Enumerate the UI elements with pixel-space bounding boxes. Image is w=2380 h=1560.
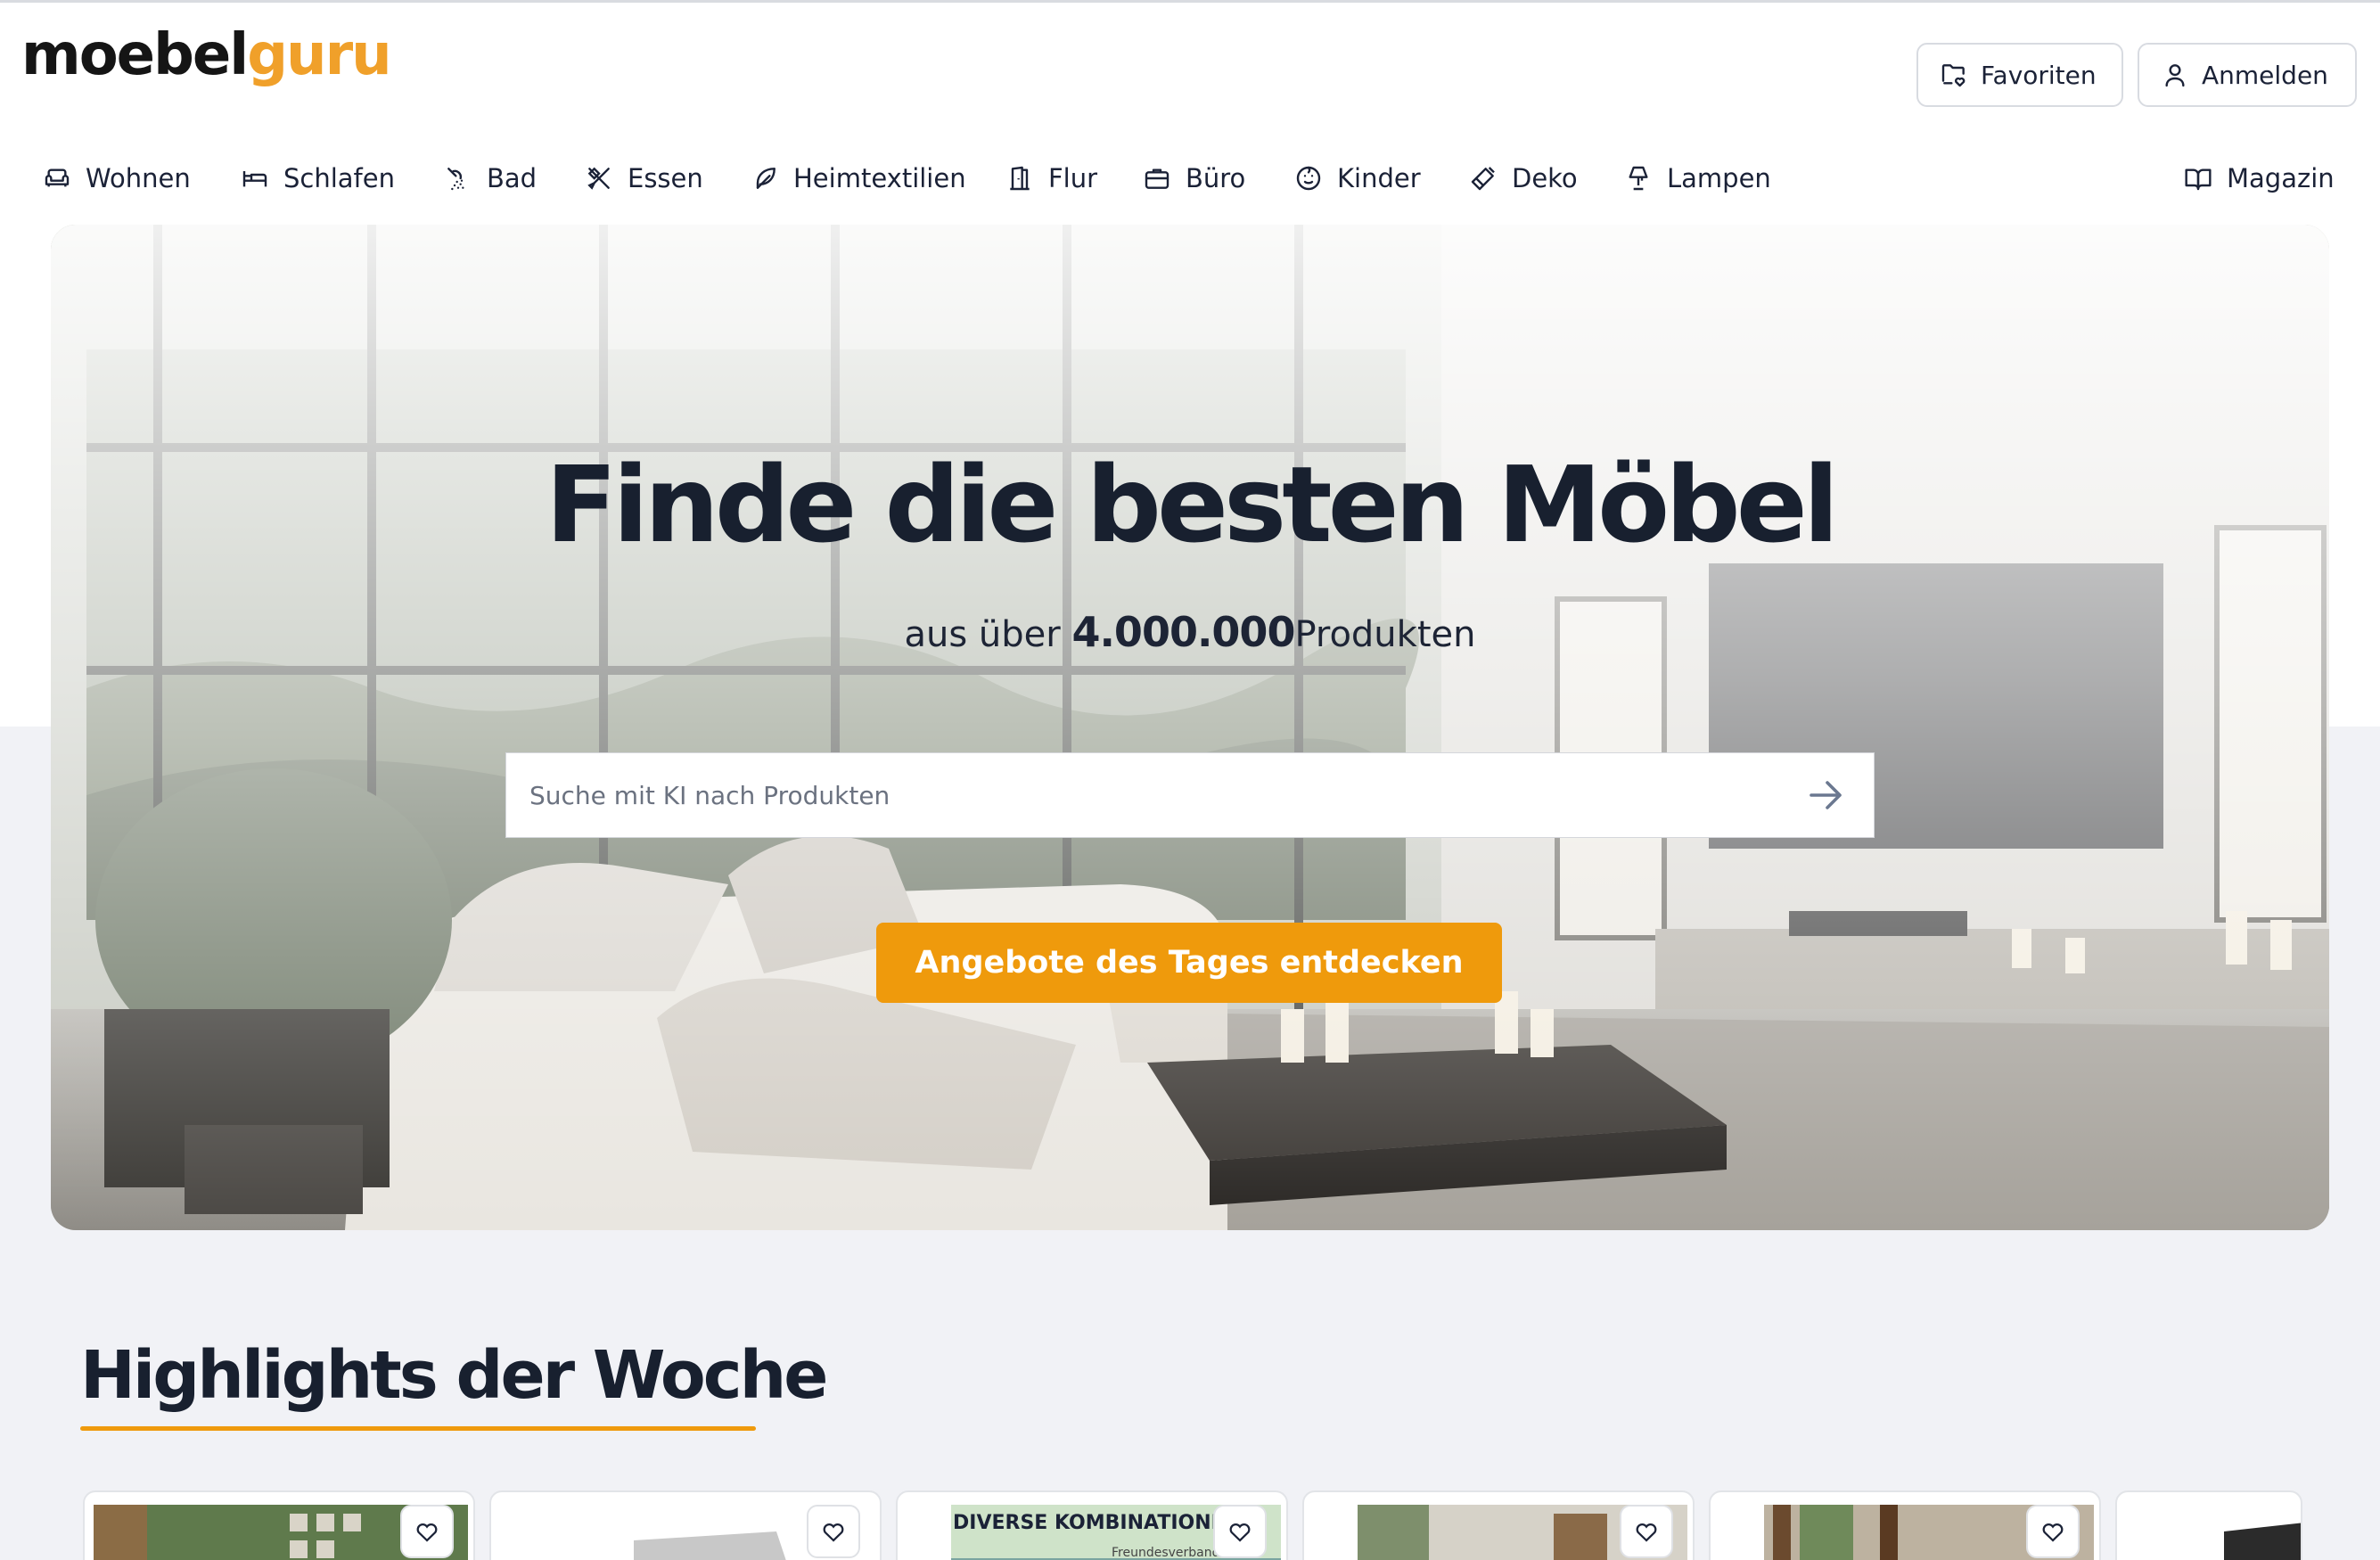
- product-card[interactable]: [1709, 1490, 2101, 1560]
- favorites-button[interactable]: Favoriten: [1916, 43, 2123, 107]
- highlights-title-underline: [80, 1426, 756, 1431]
- nav-label-essen: Essen: [628, 163, 703, 193]
- nav-label-heimtextilien: Heimtextilien: [793, 163, 966, 193]
- search-submit-button[interactable]: [1801, 770, 1851, 820]
- highlights-title: Highlights der Woche: [80, 1337, 828, 1414]
- hero-title: Finde die besten Möbel: [545, 443, 1839, 566]
- nav-item-flur[interactable]: Flur: [1005, 152, 1097, 205]
- favorite-toggle[interactable]: [400, 1505, 454, 1558]
- feather-icon: [756, 168, 776, 189]
- main-nav: Wohnen Schlafen Bad Essen Heimtextilien …: [0, 152, 2380, 205]
- nav-label-wohnen: Wohnen: [86, 163, 191, 193]
- product-card[interactable]: [489, 1490, 882, 1560]
- baby-icon: [1296, 166, 1321, 191]
- logo[interactable]: moebelguru: [21, 27, 392, 84]
- hero-subtitle: aus über 4.000.000Produkten: [51, 608, 2329, 656]
- favorite-toggle[interactable]: [2026, 1505, 2080, 1558]
- nav-label-deko: Deko: [1512, 163, 1578, 193]
- product-card-banner: DIVERSE KOMBINATIONEN: [953, 1512, 1242, 1534]
- heart-icon: [1636, 1523, 1657, 1542]
- favorite-toggle[interactable]: [1620, 1505, 1673, 1558]
- nav-item-deko[interactable]: Deko: [1469, 152, 1578, 205]
- favorite-toggle[interactable]: [807, 1505, 860, 1558]
- folder-heart-icon: [1941, 64, 1966, 87]
- hero-subtitle-prefix: aus über: [904, 614, 1061, 655]
- logo-part-2: guru: [247, 22, 391, 88]
- door-icon: [1010, 166, 1030, 191]
- product-card[interactable]: [2115, 1490, 2302, 1560]
- heart-icon: [1229, 1523, 1251, 1542]
- logo-part-1: moebel: [21, 22, 249, 88]
- nav-label-magazin: Magazin: [2227, 163, 2335, 193]
- nav-label-kinder: Kinder: [1337, 163, 1421, 193]
- product-card-banner-subtext: Freundesverband: [1112, 1546, 1220, 1560]
- heart-icon: [416, 1523, 438, 1542]
- nav-label-buero: Büro: [1186, 163, 1246, 193]
- product-card[interactable]: DIVERSE KOMBINATIONEN Freundesverband: [896, 1490, 1288, 1560]
- hero-subtitle-suffix: Produkten: [1294, 614, 1476, 655]
- nav-item-magazin[interactable]: Magazin: [2184, 152, 2335, 205]
- shower-icon: [447, 168, 464, 191]
- product-count: 4.000.000: [1071, 608, 1295, 656]
- user-icon: [2165, 64, 2185, 87]
- nav-item-schlafen[interactable]: Schlafen: [241, 152, 395, 205]
- hero-background-image: [51, 225, 2329, 1230]
- heart-icon: [2042, 1523, 2064, 1542]
- nav-label-lampen: Lampen: [1667, 163, 1771, 193]
- book-open-icon: [2185, 168, 2212, 191]
- paintbrush-icon: [1471, 167, 1495, 191]
- favorite-toggle[interactable]: [1213, 1505, 1267, 1558]
- login-button[interactable]: Anmelden: [2138, 43, 2357, 107]
- favorites-label: Favoriten: [1981, 60, 2097, 90]
- nav-item-lampen[interactable]: Lampen: [1624, 152, 1771, 205]
- product-card[interactable]: [83, 1490, 475, 1560]
- nav-item-bad[interactable]: Bad: [444, 152, 537, 205]
- nav-label-bad: Bad: [487, 163, 538, 193]
- login-label: Anmelden: [2202, 60, 2328, 90]
- search-bar: [505, 752, 1875, 838]
- product-card[interactable]: [1302, 1490, 1695, 1560]
- nav-item-wohnen[interactable]: Wohnen: [43, 152, 191, 205]
- sofa-icon: [45, 168, 70, 187]
- search-input[interactable]: [529, 780, 1801, 810]
- product-image: [2126, 1505, 2301, 1560]
- briefcase-icon: [1145, 168, 1169, 189]
- lamp-icon: [1629, 166, 1648, 191]
- nav-item-kinder[interactable]: Kinder: [1294, 152, 1421, 205]
- arrow-right-icon: [1810, 781, 1842, 809]
- nav-item-heimtextilien[interactable]: Heimtextilien: [751, 152, 966, 205]
- site-header: moebelguru Favoriten Anmelden: [0, 0, 2380, 134]
- hero-banner: Finde die besten Möbel aus über 4.000.00…: [51, 225, 2329, 1230]
- nav-item-buero[interactable]: Büro: [1143, 152, 1245, 205]
- heart-icon: [823, 1523, 844, 1542]
- nav-label-schlafen: Schlafen: [283, 163, 395, 193]
- nav-item-essen[interactable]: Essen: [585, 152, 703, 205]
- bed-icon: [242, 171, 267, 187]
- highlights-carousel: DIVERSE KOMBINATIONEN Freundesverband: [83, 1490, 2302, 1560]
- nav-label-flur: Flur: [1048, 163, 1098, 193]
- deals-of-the-day-button[interactable]: Angebote des Tages entdecken: [876, 923, 1502, 1003]
- utensils-icon: [587, 167, 610, 190]
